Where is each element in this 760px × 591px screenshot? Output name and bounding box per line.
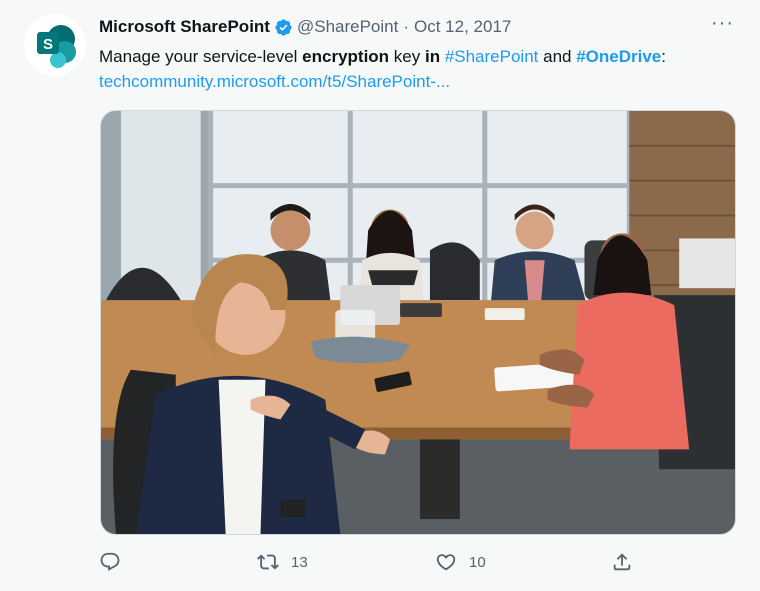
separator-dot: ·: [403, 17, 410, 36]
bold-word-encryption: encryption: [302, 47, 390, 66]
more-options-button[interactable]: ···: [711, 12, 734, 35]
tweet-date[interactable]: Oct 12, 2017: [414, 16, 511, 38]
like-button[interactable]: 10: [435, 551, 486, 573]
share-button[interactable]: [611, 551, 645, 573]
reply-button[interactable]: [99, 551, 133, 573]
share-icon: [613, 553, 631, 571]
reply-icon: [100, 552, 120, 571]
sharepoint-logo-icon: S: [37, 25, 76, 68]
tweet-link[interactable]: techcommunity.microsoft.com/t5/SharePoin…: [99, 69, 739, 94]
retweet-icon: [257, 554, 279, 570]
tweet-media-image[interactable]: [100, 110, 736, 535]
handle[interactable]: @SharePoint: [297, 16, 398, 38]
tweet-header: Microsoft SharePoint @SharePoint · Oct 1…: [99, 16, 511, 38]
heart-icon: [436, 554, 456, 571]
retweet-button[interactable]: 13: [257, 551, 308, 573]
display-name[interactable]: Microsoft SharePoint: [99, 16, 270, 38]
bold-word-in: in: [424, 47, 441, 66]
avatar-letter: S: [43, 36, 53, 53]
like-count: 10: [469, 553, 486, 571]
retweet-count: 13: [291, 553, 308, 571]
hashtag-sharepoint[interactable]: #SharePoint: [445, 47, 539, 66]
text-segment: Manage your service-level: [99, 47, 303, 66]
text-segment: and: [538, 47, 577, 66]
text-segment: :: [661, 47, 666, 66]
meeting-photo-icon: [101, 111, 735, 534]
verified-badge-icon: [275, 18, 292, 36]
tweet-text: Manage your service-level encryption key…: [99, 44, 739, 94]
hashtag-onedrive[interactable]: #OneDrive: [576, 47, 661, 66]
avatar[interactable]: S: [24, 14, 86, 76]
tweet-card[interactable]: S Microsoft SharePoint @SharePoint · Oct…: [0, 0, 760, 591]
text-segment: key: [389, 47, 425, 66]
tweet-actions: 13 10: [99, 551, 639, 577]
